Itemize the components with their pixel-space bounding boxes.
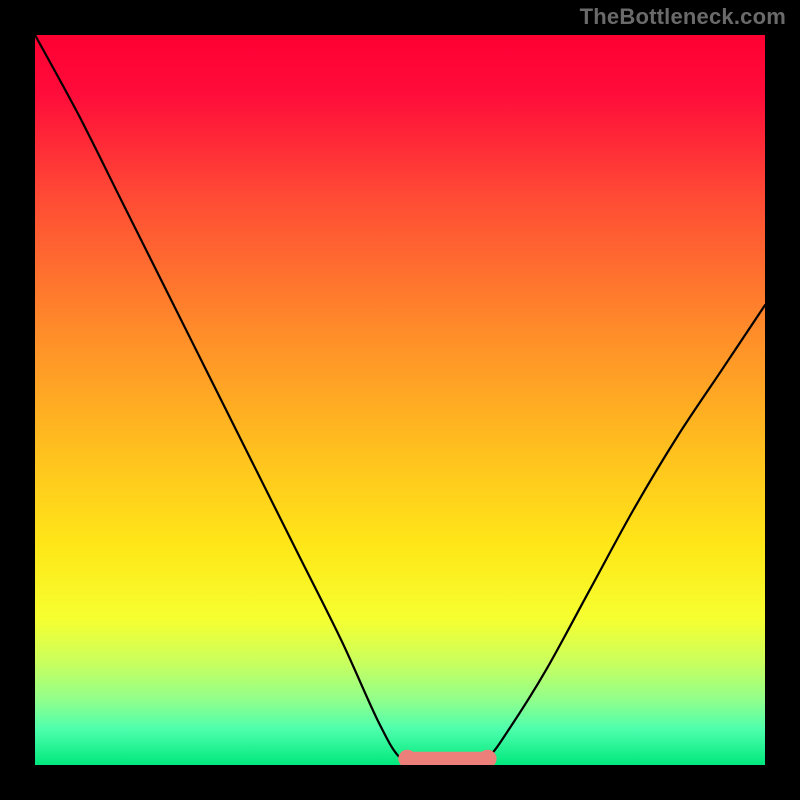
watermark-text: TheBottleneck.com <box>580 4 786 30</box>
optimal-band-right-dot <box>479 750 497 768</box>
bottleneck-chart <box>0 0 800 800</box>
optimal-band-left-dot <box>398 750 416 768</box>
plot-background <box>35 35 765 765</box>
chart-stage: TheBottleneck.com <box>0 0 800 800</box>
